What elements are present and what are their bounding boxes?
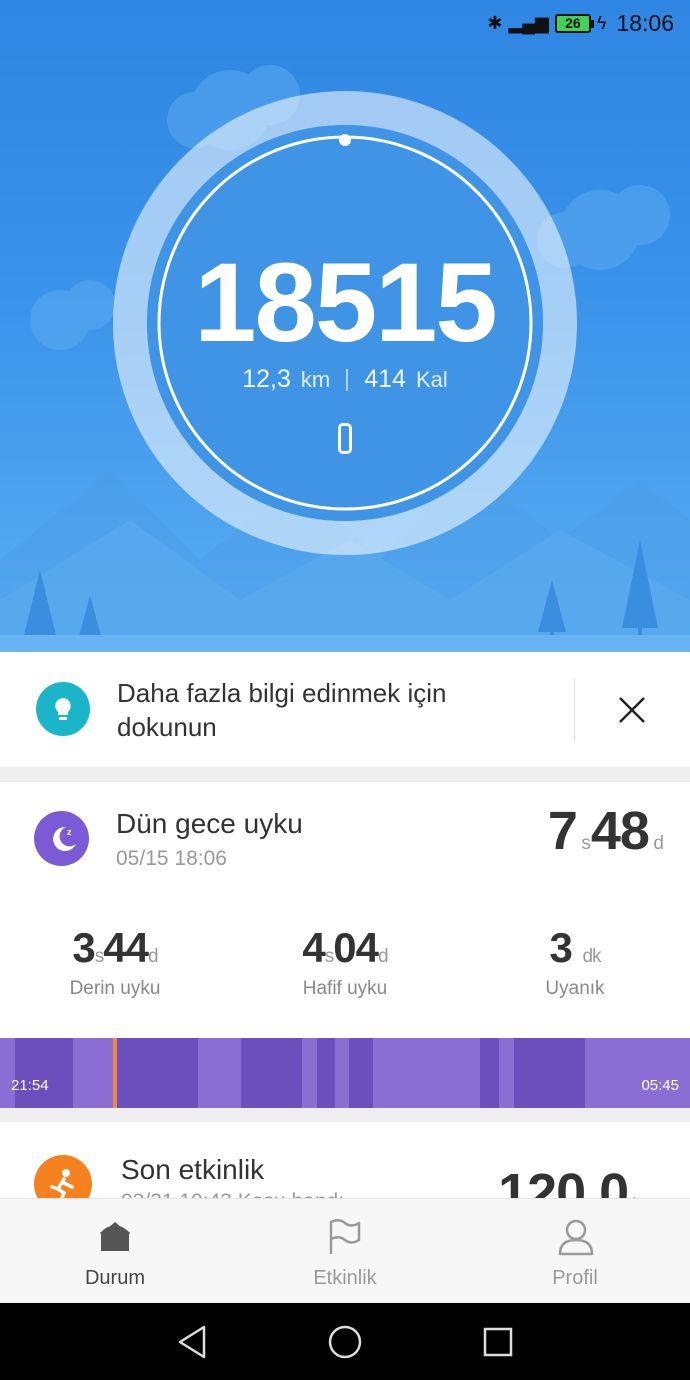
activity-total: 120.0 km <box>498 1162 658 1198</box>
deep-sleep-segment <box>15 1038 73 1108</box>
deep-sleep-metric: 3s44d Derin uyku <box>15 924 215 1000</box>
step-count: 18515 <box>194 240 497 365</box>
deep-sleep-label: Derin uyku <box>69 978 161 999</box>
deep-sleep-segment <box>117 1038 198 1108</box>
deep-sleep-segment <box>514 1038 585 1108</box>
sleep-start-time: 21:54 <box>11 1077 49 1094</box>
deep-sleep-segment <box>349 1038 373 1108</box>
calories-unit: Kal <box>415 366 448 392</box>
signal-icon: ▂▄▆ <box>508 12 549 33</box>
tip-divider <box>574 679 575 741</box>
tab-etkinlik-label: Etkinlik <box>313 1267 377 1289</box>
awake-label: Uyanık <box>545 978 605 999</box>
bluetooth-icon: ✱ <box>487 12 503 33</box>
distance-calories: 12,3 km 414 Kal <box>0 365 690 394</box>
moon-icon: z <box>34 811 89 866</box>
flag-icon <box>329 1219 361 1254</box>
running-icon <box>34 1155 92 1198</box>
awake-marker <box>113 1038 117 1108</box>
light-minute-unit: d <box>378 946 389 967</box>
deep-sleep-segment <box>480 1038 499 1108</box>
deep-minute-unit: d <box>148 946 159 967</box>
close-icon[interactable] <box>614 692 650 728</box>
distance-value: 12,3 <box>242 365 291 393</box>
light-sleep-metric: 4s04d Hafif uyku <box>245 924 445 1000</box>
deep-sleep-segment <box>317 1038 335 1108</box>
activity-value: 120.0 <box>498 1163 629 1198</box>
deep-minutes: 44 <box>103 924 149 971</box>
tip-text: Daha fazla bilgi edinmek için dokunun <box>117 678 447 742</box>
deep-hours: 3 <box>72 924 95 971</box>
awake-minute-unit: dk <box>582 946 601 967</box>
tab-profil[interactable]: Profil <box>460 1199 690 1304</box>
light-minutes: 04 <box>333 924 379 971</box>
system-navigation-bar <box>0 1303 690 1380</box>
tab-durum[interactable]: Durum <box>0 1199 230 1304</box>
light-hours: 4 <box>302 924 325 971</box>
sleep-total-minutes: 48 <box>590 801 650 861</box>
light-hour-unit: s <box>324 946 334 967</box>
last-activity-card[interactable]: Son etkinlik 03/31 19:43 Koşu bandı 120.… <box>0 1122 690 1198</box>
minute-unit: d <box>653 833 664 854</box>
bottom-navigation: Durum Etkinlik Profil <box>0 1198 690 1303</box>
deep-hour-unit: s <box>94 946 104 967</box>
status-time: 18:06 <box>616 9 674 36</box>
step-summary-hero[interactable]: ✱ ▂▄▆ 26 ϟ 18:06 18515 12,3 km 414 Kal <box>0 0 690 652</box>
band-icon[interactable] <box>338 423 352 454</box>
svg-text:z: z <box>67 827 72 837</box>
awake-metric: 3 dk Uyanık <box>475 924 675 1000</box>
sleep-date: 05/15 18:06 <box>116 847 227 870</box>
sleep-title: Dün gece uyku <box>116 808 303 839</box>
profile-icon <box>558 1219 594 1256</box>
sleep-card[interactable]: z Dün gece uyku 05/15 18:06 7 s48 d 3s44… <box>0 782 690 1108</box>
sleep-timeline-graph <box>15 1038 585 1108</box>
stat-divider <box>346 368 349 391</box>
tab-etkinlik[interactable]: Etkinlik <box>230 1199 460 1304</box>
activity-title: Son etkinlik <box>121 1154 265 1185</box>
info-tip-card[interactable]: Daha fazla bilgi edinmek için dokunun <box>0 652 690 767</box>
hour-unit: s <box>581 833 591 854</box>
back-icon[interactable] <box>176 1324 208 1360</box>
recents-icon[interactable] <box>482 1324 514 1360</box>
tab-durum-label: Durum <box>84 1267 145 1289</box>
home-circle-icon[interactable] <box>327 1324 363 1360</box>
activity-subtitle: 03/31 19:43 Koşu bandı <box>121 1190 344 1198</box>
awake-minutes: 3 <box>549 924 572 971</box>
charging-icon: ϟ <box>596 12 607 33</box>
tab-profil-label: Profil <box>552 1267 598 1289</box>
home-icon <box>99 1222 131 1251</box>
sleep-total-hours: 7 <box>547 801 578 861</box>
calories-value: 414 <box>364 365 406 393</box>
deep-sleep-segment <box>241 1038 302 1108</box>
light-sleep-label: Hafif uyku <box>302 978 388 999</box>
battery-level: 26 <box>565 15 581 31</box>
distance-unit: km <box>300 366 331 392</box>
lightbulb-icon <box>36 682 90 736</box>
battery-icon: 26 <box>554 13 594 33</box>
status-bar: ✱ ▂▄▆ 26 ϟ 18:06 <box>487 8 674 38</box>
sleep-timeline[interactable]: 21:54 05:45 <box>0 1038 690 1108</box>
sleep-end-time: 05:45 <box>641 1077 679 1094</box>
sleep-total: 7 s48 d <box>548 800 664 862</box>
